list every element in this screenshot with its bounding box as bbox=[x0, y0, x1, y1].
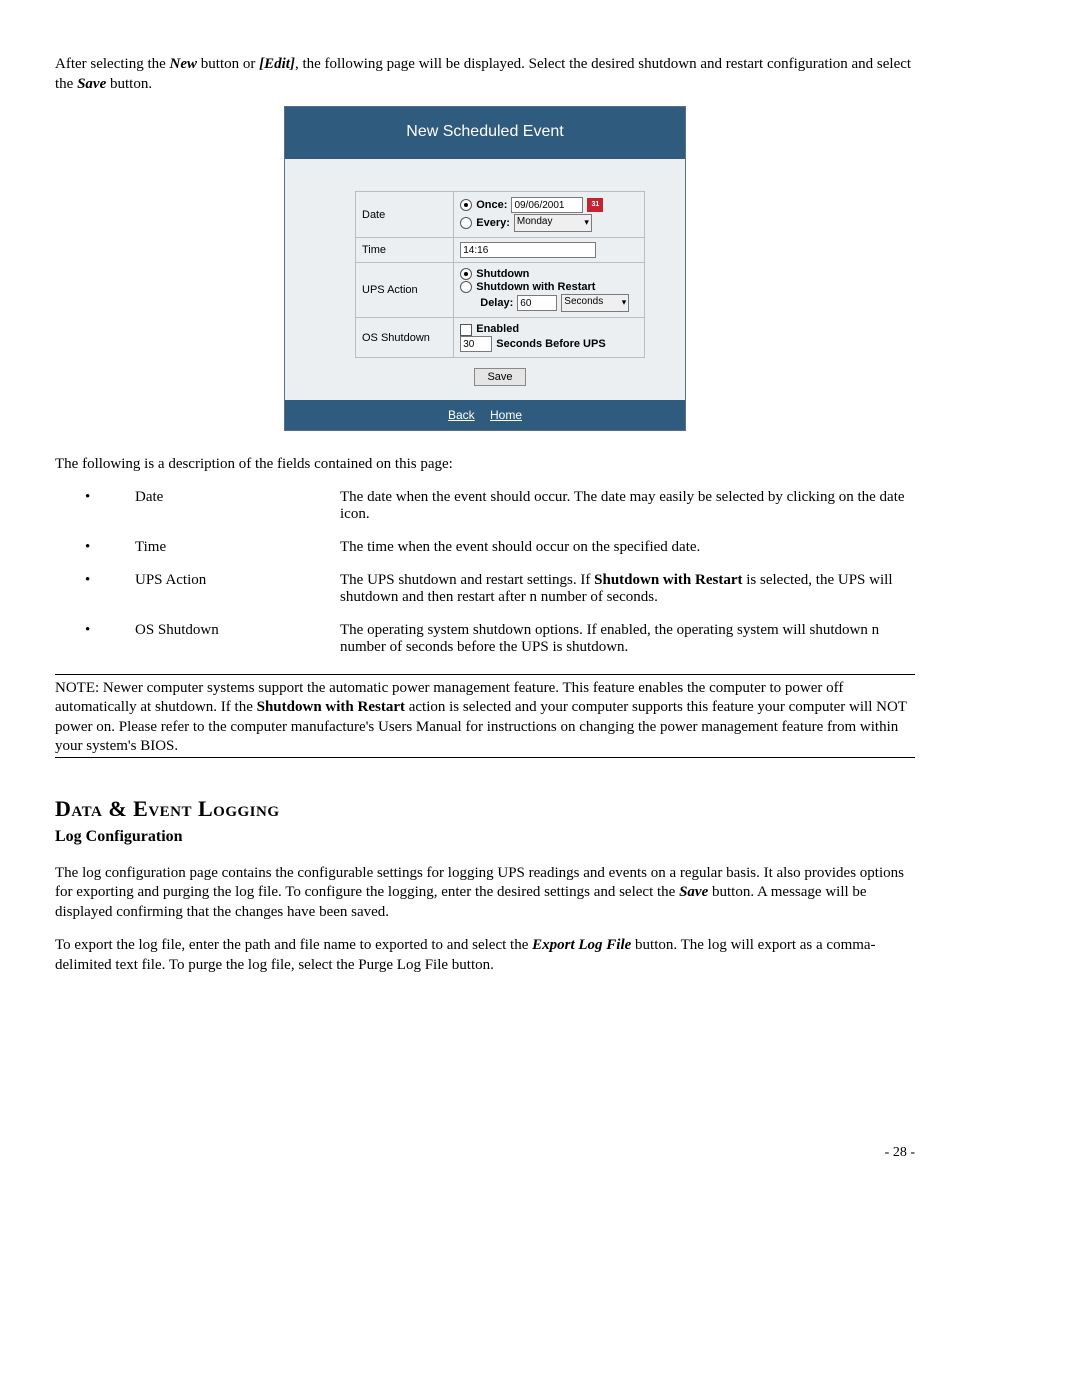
edit-link-ref: [Edit] bbox=[259, 56, 295, 72]
seconds-before-label: Seconds Before UPS bbox=[496, 338, 605, 350]
seconds-before-input[interactable] bbox=[460, 336, 492, 352]
intro-paragraph: After selecting the New button or [Edit]… bbox=[55, 55, 915, 94]
rule-top bbox=[55, 674, 915, 675]
page-number: - 28 - bbox=[55, 1145, 915, 1161]
enabled-checkbox[interactable] bbox=[460, 324, 472, 336]
enabled-label: Enabled bbox=[476, 323, 519, 335]
section-heading: Data & Event Logging bbox=[55, 796, 915, 822]
desc-term-time: Time bbox=[135, 539, 340, 556]
desc-intro: The following is a description of the fi… bbox=[55, 455, 915, 475]
calendar-icon[interactable]: 31 bbox=[587, 198, 603, 212]
new-button-ref: New bbox=[170, 56, 198, 72]
every-label: Every: bbox=[476, 217, 510, 229]
desc-text-time: The time when the event should occur on … bbox=[340, 539, 915, 556]
save-button-ref: Save bbox=[77, 76, 106, 92]
shutdown-restart-radio[interactable] bbox=[460, 281, 472, 293]
every-radio[interactable] bbox=[460, 217, 472, 229]
desc-text-ups: The UPS shutdown and restart settings. I… bbox=[340, 572, 915, 606]
note-paragraph: NOTE: Newer computer systems support the… bbox=[55, 679, 915, 757]
shutdown-restart-option: Shutdown with Restart bbox=[476, 281, 595, 293]
once-date-input[interactable] bbox=[511, 197, 583, 213]
once-label: Once: bbox=[476, 199, 507, 211]
delay-label: Delay: bbox=[480, 297, 513, 309]
field-descriptions: • Date The date when the event should oc… bbox=[55, 489, 915, 656]
log-paragraph-2: To export the log file, enter the path a… bbox=[55, 936, 915, 975]
delay-unit-select[interactable]: Seconds bbox=[561, 294, 629, 312]
desc-term-os: OS Shutdown bbox=[135, 622, 340, 656]
save-button[interactable]: Save bbox=[474, 368, 525, 386]
desc-text-date: The date when the event should occur. Th… bbox=[340, 489, 915, 523]
desc-term-date: Date bbox=[135, 489, 340, 523]
desc-text-os: The operating system shutdown options. I… bbox=[340, 622, 915, 656]
dialog-footer: Back Home bbox=[285, 400, 685, 430]
dialog-title: New Scheduled Event bbox=[285, 107, 685, 159]
home-link[interactable]: Home bbox=[490, 408, 522, 422]
rule-bottom bbox=[55, 757, 915, 758]
time-input[interactable] bbox=[460, 242, 596, 258]
once-radio[interactable] bbox=[460, 199, 472, 211]
os-shutdown-label: OS Shutdown bbox=[356, 318, 454, 358]
scheduled-event-dialog: New Scheduled Event Date Once: 31 bbox=[284, 106, 686, 431]
sub-heading: Log Configuration bbox=[55, 828, 915, 846]
date-label: Date bbox=[356, 192, 454, 238]
back-link[interactable]: Back bbox=[448, 408, 475, 422]
log-paragraph-1: The log configuration page contains the … bbox=[55, 864, 915, 923]
every-select[interactable]: Monday bbox=[514, 214, 592, 232]
ups-action-label: UPS Action bbox=[356, 263, 454, 318]
desc-term-ups: UPS Action bbox=[135, 572, 340, 606]
shutdown-radio[interactable] bbox=[460, 268, 472, 280]
shutdown-option: Shutdown bbox=[476, 268, 529, 280]
delay-input[interactable] bbox=[517, 295, 557, 311]
time-label: Time bbox=[356, 238, 454, 263]
